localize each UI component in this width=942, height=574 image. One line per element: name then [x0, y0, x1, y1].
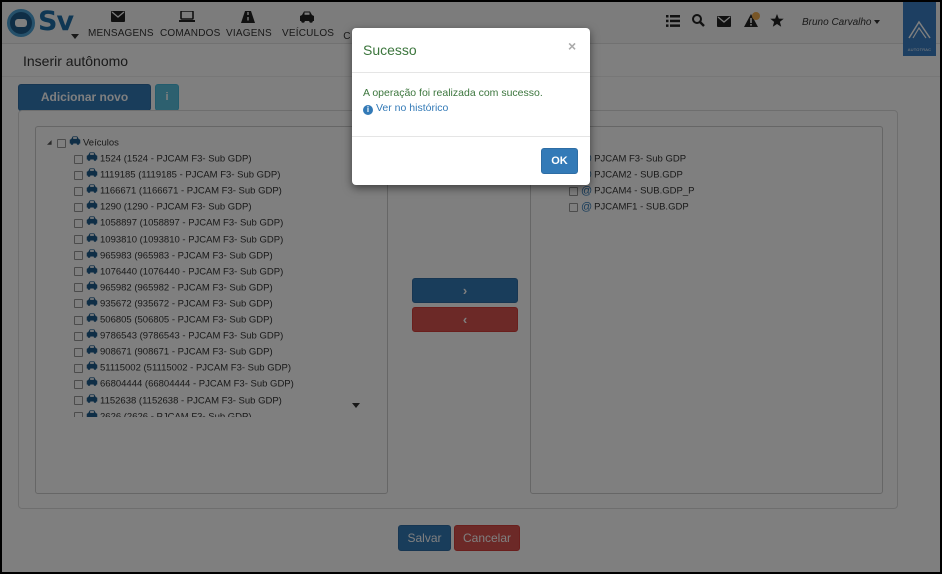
dialog-message: A operação foi realizada com sucesso. — [363, 87, 543, 99]
history-link[interactable]: i Ver no histórico — [363, 102, 448, 115]
dialog-title: Sucesso — [363, 42, 417, 58]
history-link-label: Ver no histórico — [376, 102, 449, 114]
info-circle-icon: i — [363, 105, 373, 115]
dialog-footer-divider — [352, 136, 590, 137]
ok-button[interactable]: OK — [541, 148, 578, 174]
app-window: Sv MENSAGENS COMANDOS VIAGENS VEÍCUL — [2, 2, 940, 572]
dialog-header: Sucesso × — [352, 28, 590, 73]
close-icon[interactable]: × — [568, 38, 576, 54]
success-dialog: Sucesso × A operação foi realizada com s… — [352, 28, 590, 185]
